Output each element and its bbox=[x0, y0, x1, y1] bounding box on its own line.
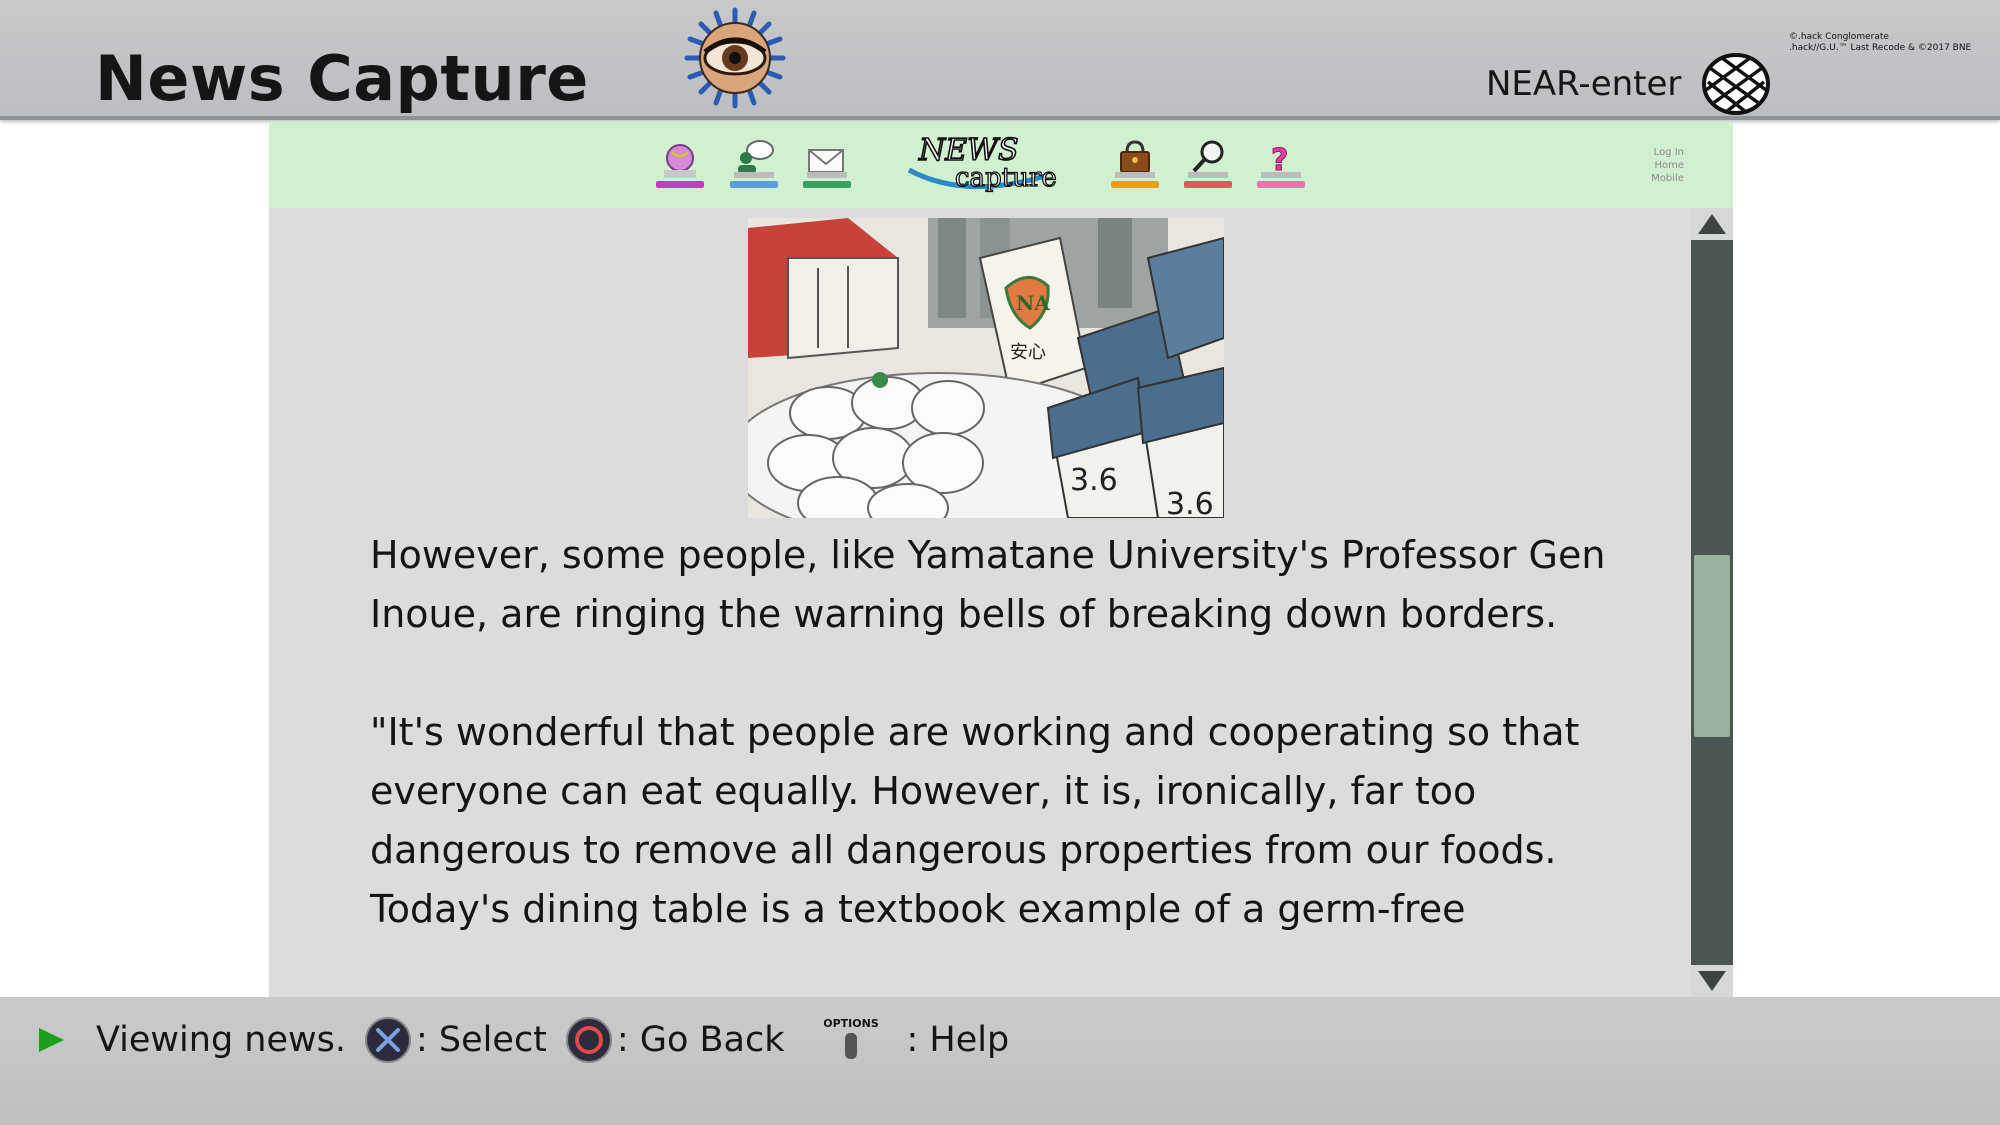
svg-text:capture: capture bbox=[955, 163, 1057, 193]
article-paragraph: "It's wonderful that people are working … bbox=[370, 710, 1580, 931]
news-capture-logo[interactable]: NEWS capture bbox=[905, 130, 1057, 200]
nav-shop-button[interactable] bbox=[1111, 138, 1159, 188]
options-button-icon: OPTIONS bbox=[824, 1017, 878, 1059]
svg-text:3.6: 3.6 bbox=[1070, 463, 1118, 498]
globe-net-icon bbox=[1702, 53, 1770, 115]
copyright-notice: ©.hack Conglomerate .hack//G.U.™ Last Re… bbox=[1789, 32, 1972, 53]
arrow-up-icon bbox=[1698, 214, 1726, 234]
help-hint: : Help bbox=[906, 1020, 1010, 1060]
news-browser: NEWS capture ? Log In Home Mobile NA 安心 … bbox=[269, 122, 1733, 997]
article-paragraph: However, some people, like Yamatane Univ… bbox=[370, 533, 1606, 636]
scroll-down-button[interactable] bbox=[1691, 965, 1733, 997]
scroll-thumb[interactable] bbox=[1694, 554, 1730, 737]
scroll-up-button[interactable] bbox=[1691, 208, 1733, 240]
home-link[interactable]: Home bbox=[1651, 159, 1684, 172]
site-links: Log In Home Mobile bbox=[1651, 146, 1684, 185]
site-nav: NEWS capture ? Log In Home Mobile bbox=[269, 122, 1733, 208]
circle-button-icon bbox=[565, 1017, 612, 1063]
arrow-down-icon bbox=[1698, 971, 1726, 991]
status-text: Viewing news. bbox=[96, 1020, 347, 1060]
article-body: NA 安心 3.6 3.6 However, some people, like… bbox=[269, 208, 1691, 997]
search-icon bbox=[1188, 140, 1228, 178]
svg-text:安心: 安心 bbox=[1010, 342, 1046, 363]
status-arrow-icon bbox=[39, 1028, 64, 1052]
svg-text:3.6: 3.6 bbox=[1166, 487, 1214, 518]
globe-icon bbox=[664, 144, 696, 178]
eye-logo-icon bbox=[684, 7, 786, 109]
eggs-and-milk-illustration: NA 安心 3.6 3.6 bbox=[748, 218, 1224, 518]
nav-search-button[interactable] bbox=[1184, 138, 1232, 188]
article-image: NA 安心 3.6 3.6 bbox=[748, 218, 1224, 518]
nav-world-button[interactable] bbox=[656, 138, 704, 188]
login-link[interactable]: Log In bbox=[1651, 146, 1684, 159]
nav-community-button[interactable] bbox=[730, 138, 778, 188]
svg-text:NA: NA bbox=[1016, 291, 1050, 315]
svg-text:OPTIONS: OPTIONS bbox=[824, 1017, 878, 1030]
control-help-bar: Viewing news. : Select : Go Back OPTIONS… bbox=[0, 997, 2000, 1125]
back-hint: : Go Back bbox=[616, 1020, 785, 1060]
app-title: News Capture bbox=[95, 42, 589, 115]
article-scrollbar[interactable] bbox=[1691, 208, 1733, 997]
people-chat-icon bbox=[734, 140, 774, 178]
select-hint: : Select bbox=[416, 1020, 547, 1060]
article-text: However, some people, like Yamatane Univ… bbox=[370, 526, 1620, 997]
account-label: NEAR-enter bbox=[1486, 64, 1682, 104]
cross-button-icon bbox=[365, 1017, 412, 1063]
nav-mail-button[interactable] bbox=[803, 138, 851, 188]
mobile-link[interactable]: Mobile bbox=[1651, 172, 1684, 185]
nav-help-button[interactable]: ? bbox=[1257, 138, 1305, 188]
mail-icon bbox=[807, 149, 847, 178]
shop-bag-icon bbox=[1115, 140, 1155, 178]
top-bar: News Capture NEAR-enter ©.hack Conglomer… bbox=[0, 0, 2000, 120]
help-icon: ? bbox=[1261, 143, 1301, 179]
